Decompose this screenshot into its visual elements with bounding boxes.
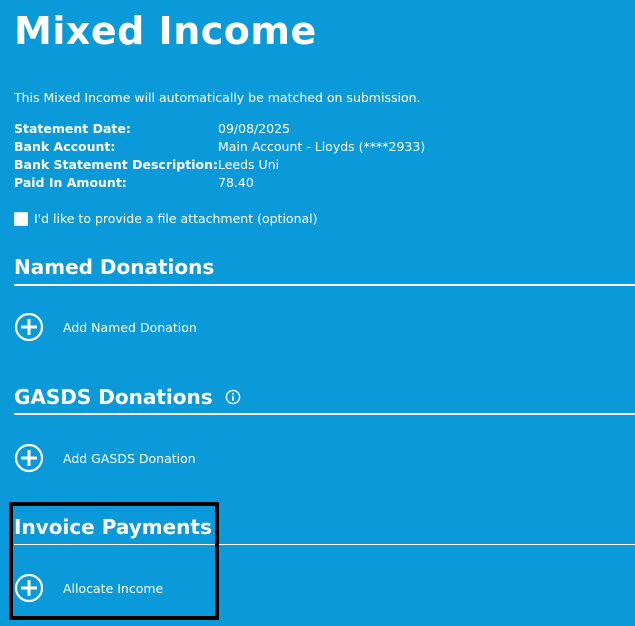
detail-value: Main Account - Lloyds (****2933) (218, 139, 426, 154)
page-title: Mixed Income (14, 9, 317, 53)
section-title-text: GASDS Donations (14, 385, 213, 409)
add-named-donation-button[interactable]: Add Named Donation (14, 312, 197, 342)
file-attachment-checkbox[interactable] (14, 211, 28, 226)
intro-text: This Mixed Income will automatically be … (14, 90, 421, 105)
detail-row-bank-statement-description: Bank Statement Description: Leeds Uni (14, 156, 425, 174)
file-attachment-option[interactable]: I'd like to provide a file attachment (o… (14, 211, 318, 226)
section-divider (14, 413, 635, 415)
section-title-text: Named Donations (14, 255, 215, 279)
detail-label: Bank Statement Description: (14, 157, 218, 172)
info-icon[interactable] (225, 389, 241, 405)
statement-details: Statement Date: 09/08/2025 Bank Account:… (14, 120, 425, 192)
section-divider (14, 284, 635, 286)
gasds-donations-heading: GASDS Donations (14, 384, 241, 410)
plus-circle-icon[interactable] (14, 443, 44, 473)
detail-row-bank-account: Bank Account: Main Account - Lloyds (***… (14, 138, 425, 156)
detail-value: Leeds Uni (218, 157, 280, 172)
add-gasds-donation-button[interactable]: Add GASDS Donation (14, 443, 196, 473)
detail-label: Statement Date: (14, 121, 131, 136)
file-attachment-label: I'd like to provide a file attachment (o… (34, 211, 318, 226)
detail-value: 78.40 (218, 175, 254, 190)
detail-label: Bank Account: (14, 139, 116, 154)
invoice-payments-highlight (9, 502, 219, 620)
add-named-donation-label[interactable]: Add Named Donation (63, 320, 197, 335)
plus-circle-icon[interactable] (14, 312, 44, 342)
add-gasds-donation-label[interactable]: Add GASDS Donation (63, 451, 196, 466)
detail-label: Paid In Amount: (14, 175, 127, 190)
detail-value: 09/08/2025 (218, 121, 291, 136)
detail-row-statement-date: Statement Date: 09/08/2025 (14, 120, 425, 138)
named-donations-heading: Named Donations (14, 254, 214, 280)
detail-row-paid-in-amount: Paid In Amount: 78.40 (14, 174, 425, 192)
